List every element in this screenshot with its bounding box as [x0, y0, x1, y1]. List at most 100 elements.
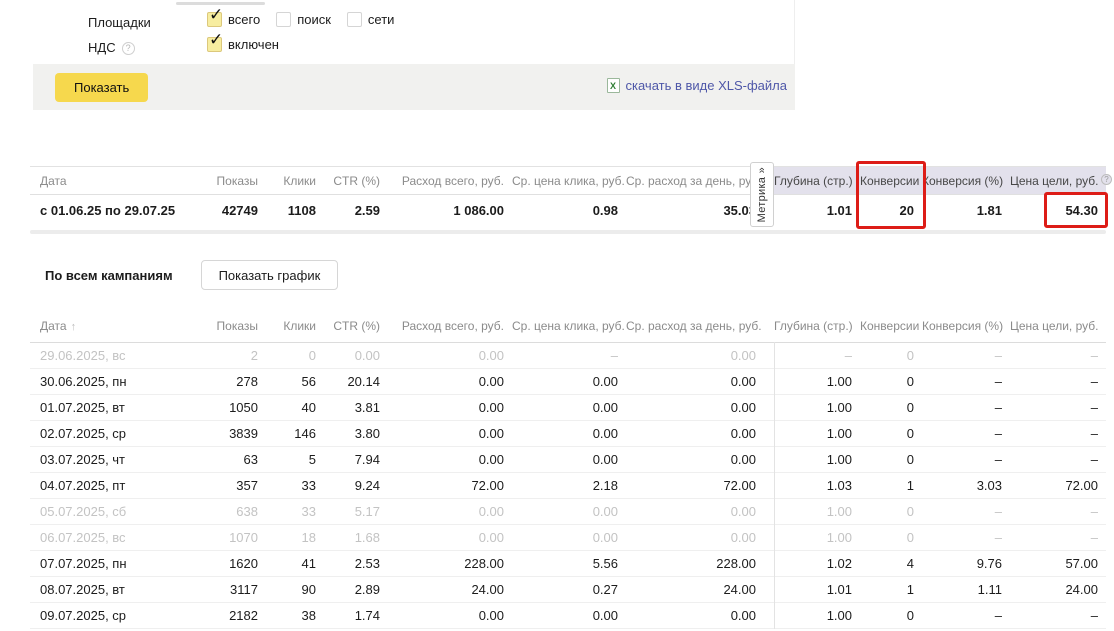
value-cell: 35.03 [626, 195, 764, 227]
column-header[interactable]: CTR (%) [324, 310, 388, 342]
column-header: Клики [266, 167, 324, 195]
horizontal-scrollbar[interactable] [30, 230, 1106, 234]
column-header[interactable]: Конверсии [860, 310, 922, 342]
table-row: 06.07.2025, вс1070181.680.000.000.001.00… [30, 524, 1106, 550]
value-cell: 0 [860, 602, 922, 628]
value-cell: 1.00 [774, 498, 860, 524]
value-cell: 24.00 [388, 576, 512, 602]
table-row: с 01.06.25 по 29.07.254274911082.591 086… [30, 195, 1106, 227]
value-cell: 9.24 [324, 472, 388, 498]
checkbox-unchecked-icon[interactable] [347, 12, 362, 27]
metrika-tab[interactable]: Метрика » [750, 162, 774, 227]
date-cell: 04.07.2025, пт [30, 472, 204, 498]
column-gap [764, 368, 774, 394]
value-cell: 0.00 [512, 446, 626, 472]
table-row: 08.07.2025, вт3117902.8924.000.2724.001.… [30, 576, 1106, 602]
column-header[interactable]: Конверсия (%) [922, 310, 1010, 342]
detail-table: Дата↑ПоказыКликиCTR (%)Расход всего, руб… [30, 310, 1106, 629]
checkbox-checked-icon[interactable] [207, 12, 222, 27]
summary-header-row: ДатаПоказыКликиCTR (%)Расход всего, руб.… [30, 167, 1106, 195]
column-header-label: Конверсия (%) [922, 319, 1003, 333]
value-cell: 18 [266, 524, 324, 550]
column-header[interactable]: Расход всего, руб. [388, 310, 512, 342]
value-cell: 0.00 [388, 602, 512, 628]
column-header[interactable]: Показы [204, 310, 266, 342]
value-cell: 0.00 [388, 498, 512, 524]
value-cell: 0 [860, 420, 922, 446]
value-cell: 90 [266, 576, 324, 602]
column-header[interactable]: Цена цели, руб. [1010, 310, 1106, 342]
date-cell: 09.07.2025, ср [30, 602, 204, 628]
value-cell: 1.11 [922, 576, 1010, 602]
value-cell: – [1010, 394, 1106, 420]
date-cell: 02.07.2025, ср [30, 420, 204, 446]
column-gap [764, 524, 774, 550]
value-cell: 2.59 [324, 195, 388, 227]
value-cell: 72.00 [626, 472, 764, 498]
column-header-label: Клики [283, 174, 316, 188]
value-cell: 2.18 [512, 472, 626, 498]
column-header[interactable]: Ср. цена клика, руб. [512, 310, 626, 342]
info-icon[interactable]: ? [1101, 174, 1112, 185]
vat-checkbox-group: включен [207, 37, 279, 52]
checkbox-label: сети [368, 12, 395, 27]
value-cell: 1.00 [774, 420, 860, 446]
column-header[interactable]: Глубина (стр.) [774, 310, 860, 342]
value-cell: 0.00 [626, 342, 764, 368]
checkbox-option[interactable]: поиск [276, 12, 331, 27]
value-cell: 42749 [204, 195, 266, 227]
value-cell: 0 [860, 498, 922, 524]
column-header-label: Ср. цена клика, руб. [512, 319, 625, 333]
value-cell: – [1010, 446, 1106, 472]
checkbox-label: включен [228, 37, 279, 52]
value-cell: 24.00 [626, 576, 764, 602]
value-cell: 0.00 [324, 342, 388, 368]
value-cell: 2.89 [324, 576, 388, 602]
value-cell: 7.94 [324, 446, 388, 472]
column-header[interactable]: Дата↑ [30, 310, 204, 342]
date-cell: 07.07.2025, пн [30, 550, 204, 576]
checkbox-option[interactable]: сети [347, 12, 395, 27]
value-cell: 0 [860, 524, 922, 550]
value-cell: 0.00 [388, 368, 512, 394]
column-header: Ср. цена клика, руб. [512, 167, 626, 195]
value-cell: 0.00 [388, 420, 512, 446]
date-cell: 30.06.2025, пн [30, 368, 204, 394]
help-icon[interactable]: ? [122, 42, 135, 55]
checkbox-label: поиск [297, 12, 331, 27]
date-cell: с 01.06.25 по 29.07.25 [30, 195, 204, 227]
value-cell: 0 [860, 368, 922, 394]
value-cell: 24.00 [1010, 576, 1106, 602]
xls-file-icon [607, 78, 620, 93]
date-cell: 06.07.2025, вс [30, 524, 204, 550]
column-header[interactable]: Ср. расход за день, руб. [626, 310, 764, 342]
value-cell: 0.00 [626, 420, 764, 446]
value-cell: 1108 [266, 195, 324, 227]
value-cell: – [922, 498, 1010, 524]
checkbox-checked-icon[interactable] [207, 37, 222, 52]
column-header: Расход всего, руб. [388, 167, 512, 195]
value-cell: 3839 [204, 420, 266, 446]
value-cell: 5 [266, 446, 324, 472]
column-header[interactable]: Клики [266, 310, 324, 342]
column-gap [764, 576, 774, 602]
table-row: 04.07.2025, пт357339.2472.002.1872.001.0… [30, 472, 1106, 498]
checkbox-unchecked-icon[interactable] [276, 12, 291, 27]
checkbox-option[interactable]: всего [207, 12, 260, 27]
value-cell: 357 [204, 472, 266, 498]
value-cell: 56 [266, 368, 324, 394]
xls-download-link[interactable]: скачать в виде XLS-файла [607, 78, 788, 93]
column-header-label: Расход всего, руб. [402, 174, 504, 188]
value-cell: 3.80 [324, 420, 388, 446]
column-header-label: Конверсии [860, 319, 919, 333]
column-gap [764, 602, 774, 628]
value-cell: 1.00 [774, 602, 860, 628]
column-gap [764, 550, 774, 576]
show-button[interactable]: Показать [55, 73, 148, 102]
checkbox-option[interactable]: включен [207, 37, 279, 52]
value-cell: 57.00 [1010, 550, 1106, 576]
value-cell: – [922, 368, 1010, 394]
show-chart-button[interactable]: Показать график [201, 260, 339, 290]
column-header-label: Конверсии [860, 174, 919, 188]
value-cell: 1.01 [774, 576, 860, 602]
